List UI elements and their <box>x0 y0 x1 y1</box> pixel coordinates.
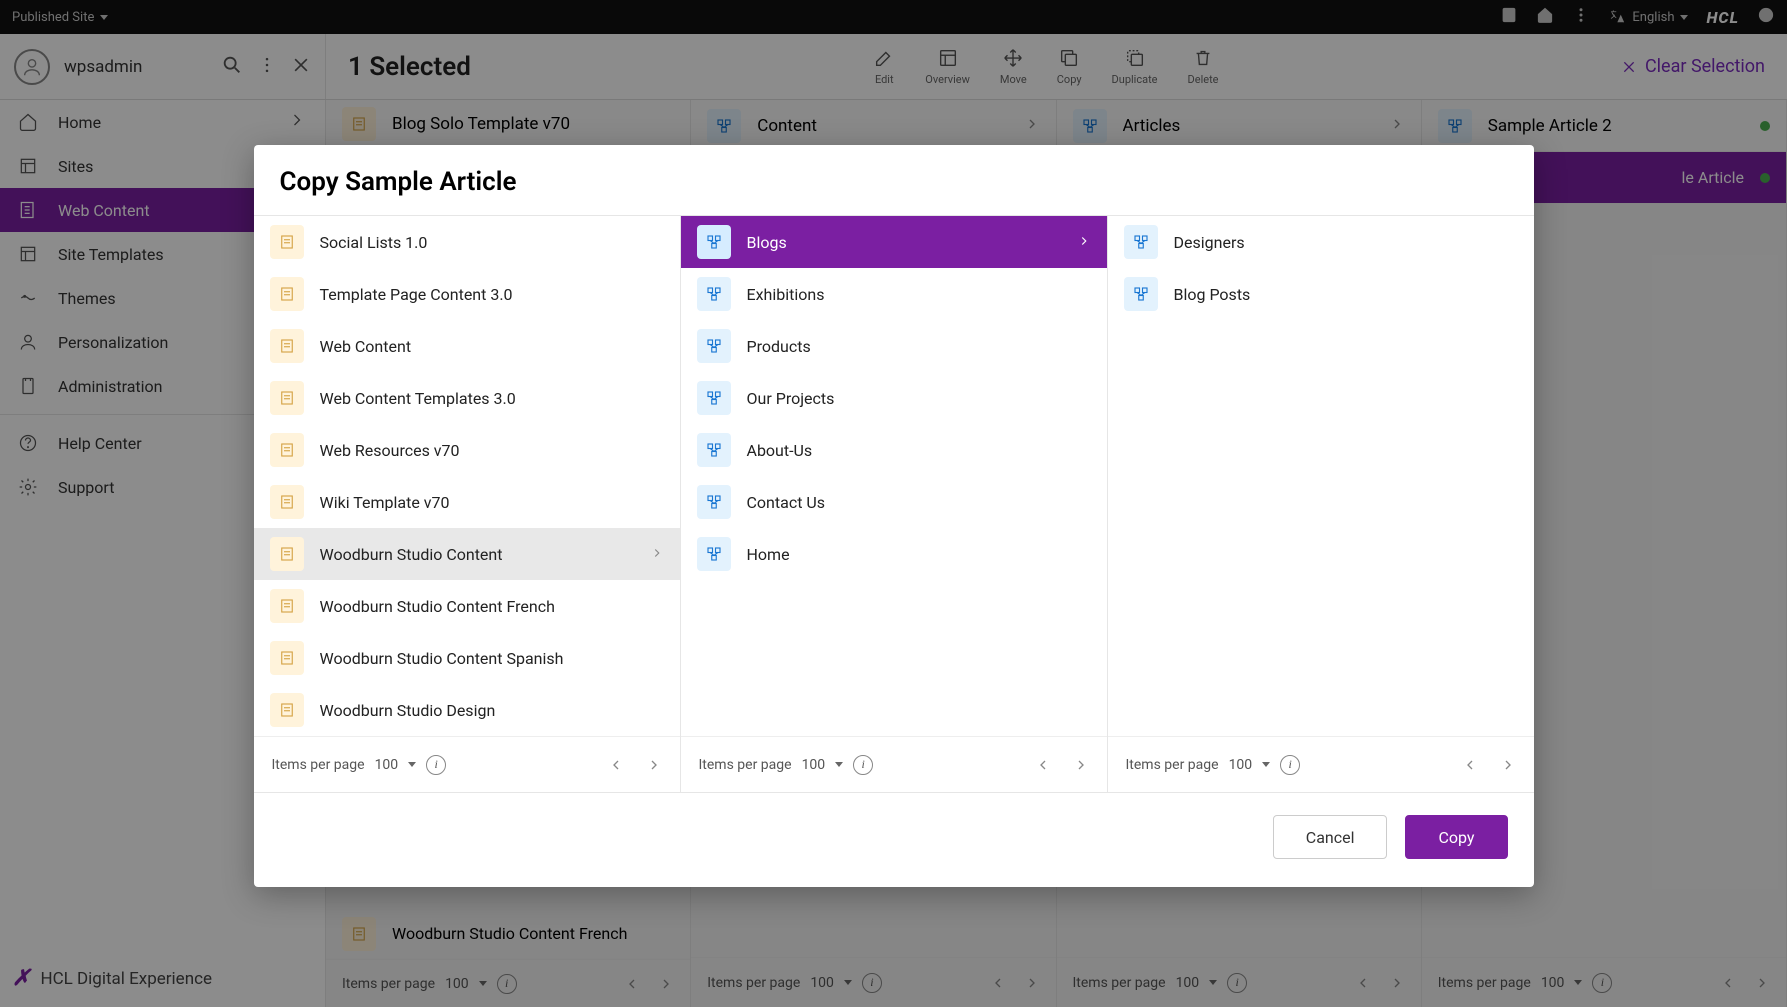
modal-title: Copy Sample Article <box>254 145 1534 215</box>
sitearea-icon <box>697 537 731 571</box>
chevron-right-icon <box>650 545 664 564</box>
chevron-right-icon[interactable] <box>646 757 662 773</box>
caret-down-icon <box>835 762 843 767</box>
modal-col-2: Blogs Exhibitions Products Our Projects Abou… <box>681 216 1108 792</box>
sitearea-icon <box>1124 277 1158 311</box>
modal-row[interactable]: Template Page Content 3.0 <box>254 268 680 320</box>
library-icon <box>270 381 304 415</box>
modal-col-1: Social Lists 1.0 Template Page Content 3.… <box>254 216 681 792</box>
modal-row[interactable]: Home <box>681 528 1107 580</box>
modal-row[interactable]: Social Lists 1.0 <box>254 216 680 268</box>
modal-row[interactable]: Woodburn Studio Design <box>254 684 680 736</box>
modal-row[interactable]: About-Us <box>681 424 1107 476</box>
row-label: About-Us <box>747 441 813 460</box>
modal-row[interactable]: Our Projects <box>681 372 1107 424</box>
modal-col-3: Designers Blog Posts Items per page 100 i <box>1108 216 1534 792</box>
info-icon[interactable]: i <box>853 755 873 775</box>
row-label: Home <box>747 545 790 564</box>
copy-confirm-button[interactable]: Copy <box>1405 815 1507 859</box>
library-icon <box>270 485 304 519</box>
row-label: Products <box>747 337 811 356</box>
library-icon <box>270 225 304 259</box>
modal-row[interactable]: Contact Us <box>681 476 1107 528</box>
modal-row[interactable]: Wiki Template v70 <box>254 476 680 528</box>
row-label: Wiki Template v70 <box>320 493 450 512</box>
sitearea-icon <box>1124 225 1158 259</box>
sitearea-icon <box>697 225 731 259</box>
sitearea-icon <box>697 433 731 467</box>
row-label: Woodburn Studio Content French <box>320 597 555 616</box>
modal-row[interactable]: Woodburn Studio Content <box>254 528 680 580</box>
modal-row[interactable]: Designers <box>1108 216 1534 268</box>
row-label: Woodburn Studio Content <box>320 545 503 564</box>
items-per-page-label: Items per page <box>1126 757 1219 773</box>
library-icon <box>270 641 304 675</box>
copy-modal: Copy Sample Article Social Lists 1.0 Temp… <box>254 145 1534 887</box>
row-label: Contact Us <box>747 493 826 512</box>
items-per-page-value[interactable]: 100 <box>375 757 399 773</box>
caret-down-icon <box>408 762 416 767</box>
library-icon <box>270 329 304 363</box>
modal-row[interactable]: Woodburn Studio Content French <box>254 580 680 632</box>
row-label: Woodburn Studio Content Spanish <box>320 649 564 668</box>
row-label: Designers <box>1174 233 1245 252</box>
sitearea-icon <box>697 485 731 519</box>
modal-row[interactable]: Web Resources v70 <box>254 424 680 476</box>
modal-row[interactable]: Products <box>681 320 1107 372</box>
sitearea-icon <box>697 277 731 311</box>
library-icon <box>270 589 304 623</box>
chevron-right-icon[interactable] <box>1073 757 1089 773</box>
modal-row[interactable]: Web Content Templates 3.0 <box>254 372 680 424</box>
items-per-page-label: Items per page <box>272 757 365 773</box>
items-per-page-label: Items per page <box>699 757 792 773</box>
cancel-button[interactable]: Cancel <box>1273 815 1388 859</box>
library-icon <box>270 277 304 311</box>
chevron-right-icon[interactable] <box>1500 757 1516 773</box>
modal-row[interactable]: Web Content <box>254 320 680 372</box>
row-label: Our Projects <box>747 389 835 408</box>
row-label: Template Page Content 3.0 <box>320 285 513 304</box>
row-label: Exhibitions <box>747 285 825 304</box>
chevron-left-icon[interactable] <box>1462 757 1478 773</box>
row-label: Blog Posts <box>1174 285 1251 304</box>
row-label: Woodburn Studio Design <box>320 701 496 720</box>
chevron-right-icon <box>1077 233 1091 252</box>
modal-overlay: Copy Sample Article Social Lists 1.0 Temp… <box>0 0 1787 1007</box>
library-icon <box>270 537 304 571</box>
caret-down-icon <box>1262 762 1270 767</box>
items-per-page-value[interactable]: 100 <box>1229 757 1253 773</box>
library-icon <box>270 693 304 727</box>
sitearea-icon <box>697 329 731 363</box>
info-icon[interactable]: i <box>426 755 446 775</box>
modal-row[interactable]: Woodburn Studio Content Spanish <box>254 632 680 684</box>
sitearea-icon <box>697 381 731 415</box>
modal-row[interactable]: Exhibitions <box>681 268 1107 320</box>
info-icon[interactable]: i <box>1280 755 1300 775</box>
library-icon <box>270 433 304 467</box>
modal-row[interactable]: Blogs <box>681 216 1107 268</box>
row-label: Web Content Templates 3.0 <box>320 389 516 408</box>
row-label: Social Lists 1.0 <box>320 233 428 252</box>
row-label: Web Resources v70 <box>320 441 460 460</box>
row-label: Blogs <box>747 233 787 252</box>
chevron-left-icon[interactable] <box>608 757 624 773</box>
items-per-page-value[interactable]: 100 <box>802 757 826 773</box>
chevron-left-icon[interactable] <box>1035 757 1051 773</box>
row-label: Web Content <box>320 337 412 356</box>
modal-row[interactable]: Blog Posts <box>1108 268 1534 320</box>
